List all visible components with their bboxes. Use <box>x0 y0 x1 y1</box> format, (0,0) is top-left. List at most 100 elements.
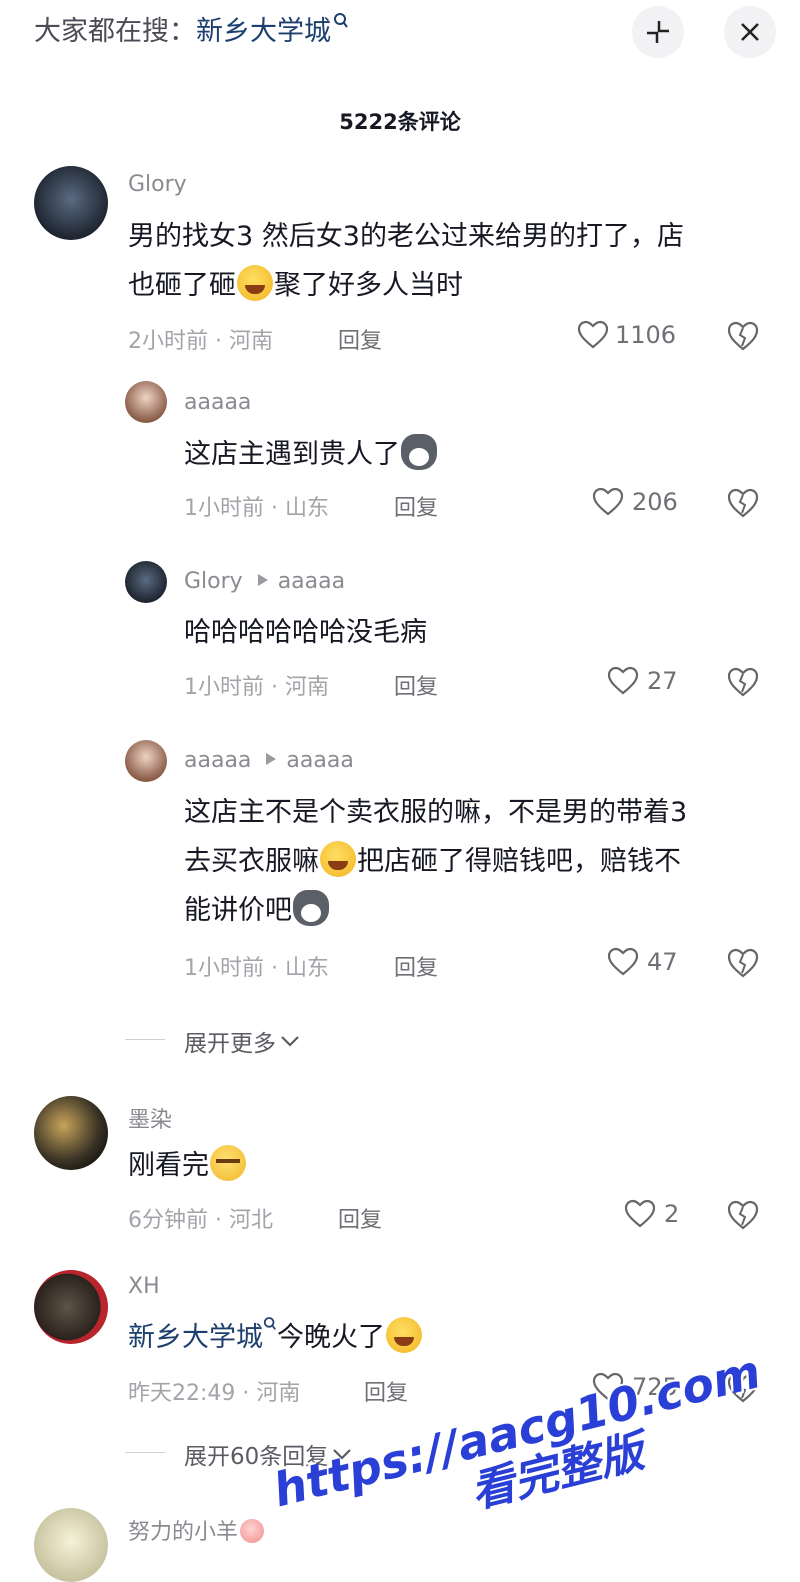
separator: · <box>215 329 222 354</box>
comment-time: 6分钟前 <box>128 1208 208 1233</box>
play-arrow-icon <box>266 753 277 765</box>
comment-time: 2小时前 <box>128 329 208 354</box>
avatar[interactable] <box>125 381 167 423</box>
comment-location: 河南 <box>229 329 274 354</box>
divider <box>125 1039 165 1040</box>
comment-location: 山东 <box>285 496 330 521</box>
comment-username-text: 努力的小羊 <box>128 1520 239 1545</box>
comment-meta: 2小时前 · 河南 <box>128 323 273 355</box>
comment-username[interactable]: 墨染 <box>128 1102 172 1134</box>
dog-emoji-icon <box>293 890 329 926</box>
comment-location: 河南 <box>285 675 330 700</box>
reply-author[interactable]: Glory <box>184 569 243 594</box>
like-count: 206 <box>632 488 678 516</box>
broken-heart-icon[interactable] <box>726 947 760 979</box>
avatar[interactable] <box>125 740 167 782</box>
like-button[interactable]: 1106 <box>577 320 676 350</box>
reply-button[interactable]: 回复 <box>394 490 438 522</box>
separator: · <box>271 675 278 700</box>
comment-text: 刚看完 <box>128 1141 247 1190</box>
expand-more-label: 展开更多 <box>184 1031 276 1057</box>
dog-emoji-icon <box>401 434 437 470</box>
comment-time: 1小时前 <box>184 496 264 521</box>
comment-text-line: 这店主遇到贵人了 <box>184 439 400 470</box>
chevron-down-icon <box>281 1036 299 1047</box>
search-suggestion-term[interactable]: 新乡大学城 <box>196 16 331 47</box>
search-link[interactable]: 新乡大学城 <box>128 1322 263 1353</box>
reply-button[interactable]: 回复 <box>394 950 438 982</box>
like-count: 2 <box>664 1200 680 1228</box>
comment-text-line: 能讲价吧 <box>184 895 292 926</box>
comment-time: 昨天22:49 <box>128 1381 236 1406</box>
comment-username: aaaaa aaaaa <box>184 748 354 773</box>
avatar[interactable] <box>34 166 108 240</box>
reply-button[interactable]: 回复 <box>338 323 382 355</box>
divider <box>125 1452 165 1453</box>
close-button[interactable] <box>724 6 776 58</box>
comment-text-line: 聚了好多人当时 <box>274 270 463 301</box>
reply-button[interactable]: 回复 <box>338 1202 382 1234</box>
broken-heart-icon[interactable] <box>726 320 760 352</box>
close-icon <box>741 23 759 41</box>
avatar[interactable] <box>125 561 167 603</box>
play-arrow-icon <box>257 574 268 586</box>
heart-icon <box>607 947 639 976</box>
heart-icon <box>577 320 609 349</box>
comment-username[interactable]: aaaaa <box>184 390 251 415</box>
heart-icon <box>624 1199 656 1228</box>
search-suggestion-label: 大家都在搜： <box>34 16 196 47</box>
search-suggestion[interactable]: 大家都在搜：新乡大学城 <box>34 12 349 52</box>
laugh-emoji-icon <box>237 265 273 301</box>
comment-time: 1小时前 <box>184 675 264 700</box>
comment-username: Glory aaaaa <box>184 569 345 594</box>
comment-username[interactable]: Glory <box>128 172 187 197</box>
like-button[interactable]: 206 <box>592 487 678 517</box>
reply-button[interactable]: 回复 <box>394 669 438 701</box>
comment-location: 山东 <box>285 956 330 981</box>
thinking-emoji-icon <box>210 1145 246 1181</box>
comment-text: 这店主不是个卖衣服的嘛，不是男的带着3 去买衣服嘛 把店砸了得赔钱吧，赔钱不 能讲… <box>184 788 784 935</box>
avatar[interactable] <box>34 1508 108 1582</box>
comment-text: 哈哈哈哈哈哈没毛病 <box>184 617 427 648</box>
comment-location: 河北 <box>229 1208 274 1233</box>
collapse-icon <box>647 21 669 43</box>
reply-target[interactable]: aaaaa <box>286 748 353 773</box>
reply-button[interactable]: 回复 <box>364 1375 408 1407</box>
like-count: 47 <box>647 948 678 976</box>
laugh-emoji-icon <box>386 1317 422 1353</box>
cry-laugh-emoji-icon <box>320 841 356 877</box>
comment-meta: 1小时前 · 河南 <box>184 669 329 701</box>
broken-heart-icon[interactable] <box>726 487 760 519</box>
separator: · <box>271 496 278 521</box>
comment-username[interactable]: 努力的小羊 <box>128 1514 265 1546</box>
avatar[interactable] <box>34 1096 108 1170</box>
comment-meta: 6分钟前 · 河北 <box>128 1202 273 1234</box>
collapse-button[interactable] <box>632 6 684 58</box>
search-icon <box>334 13 348 28</box>
comment-username[interactable]: XH <box>128 1274 160 1299</box>
comment-meta: 1小时前 · 山东 <box>184 950 329 982</box>
avatar[interactable] <box>34 1270 108 1344</box>
comment-meta: 1小时前 · 山东 <box>184 490 329 522</box>
like-button[interactable]: 27 <box>607 666 678 696</box>
comment-text-line: 今晚火了 <box>277 1322 385 1353</box>
heart-icon <box>592 487 624 516</box>
reply-target[interactable]: aaaaa <box>278 569 345 594</box>
like-button[interactable]: 47 <box>607 947 678 977</box>
comment-text: 这店主遇到贵人了 <box>184 430 438 479</box>
comment-text: 新乡大学城 今晚火了 <box>128 1313 423 1362</box>
peach-emoji-icon <box>240 1519 265 1543</box>
expand-more-button[interactable]: 展开更多 <box>184 1024 300 1058</box>
comment-text-line: 男的找女3 然后女3的老公过来给男的打了，店 <box>128 221 684 252</box>
reply-author[interactable]: aaaaa <box>184 748 251 773</box>
search-icon <box>263 1317 276 1330</box>
comment-time: 1小时前 <box>184 956 264 981</box>
broken-heart-icon[interactable] <box>726 666 760 698</box>
broken-heart-icon[interactable] <box>726 1199 760 1231</box>
comment-text-line: 把店砸了得赔钱吧，赔钱不 <box>357 846 681 877</box>
like-button[interactable]: 2 <box>624 1199 679 1229</box>
comment-text-line: 刚看完 <box>128 1150 209 1181</box>
separator: · <box>242 1381 250 1406</box>
comment-meta: 昨天22:49 · 河南 <box>128 1375 300 1407</box>
like-count: 1106 <box>615 321 677 349</box>
